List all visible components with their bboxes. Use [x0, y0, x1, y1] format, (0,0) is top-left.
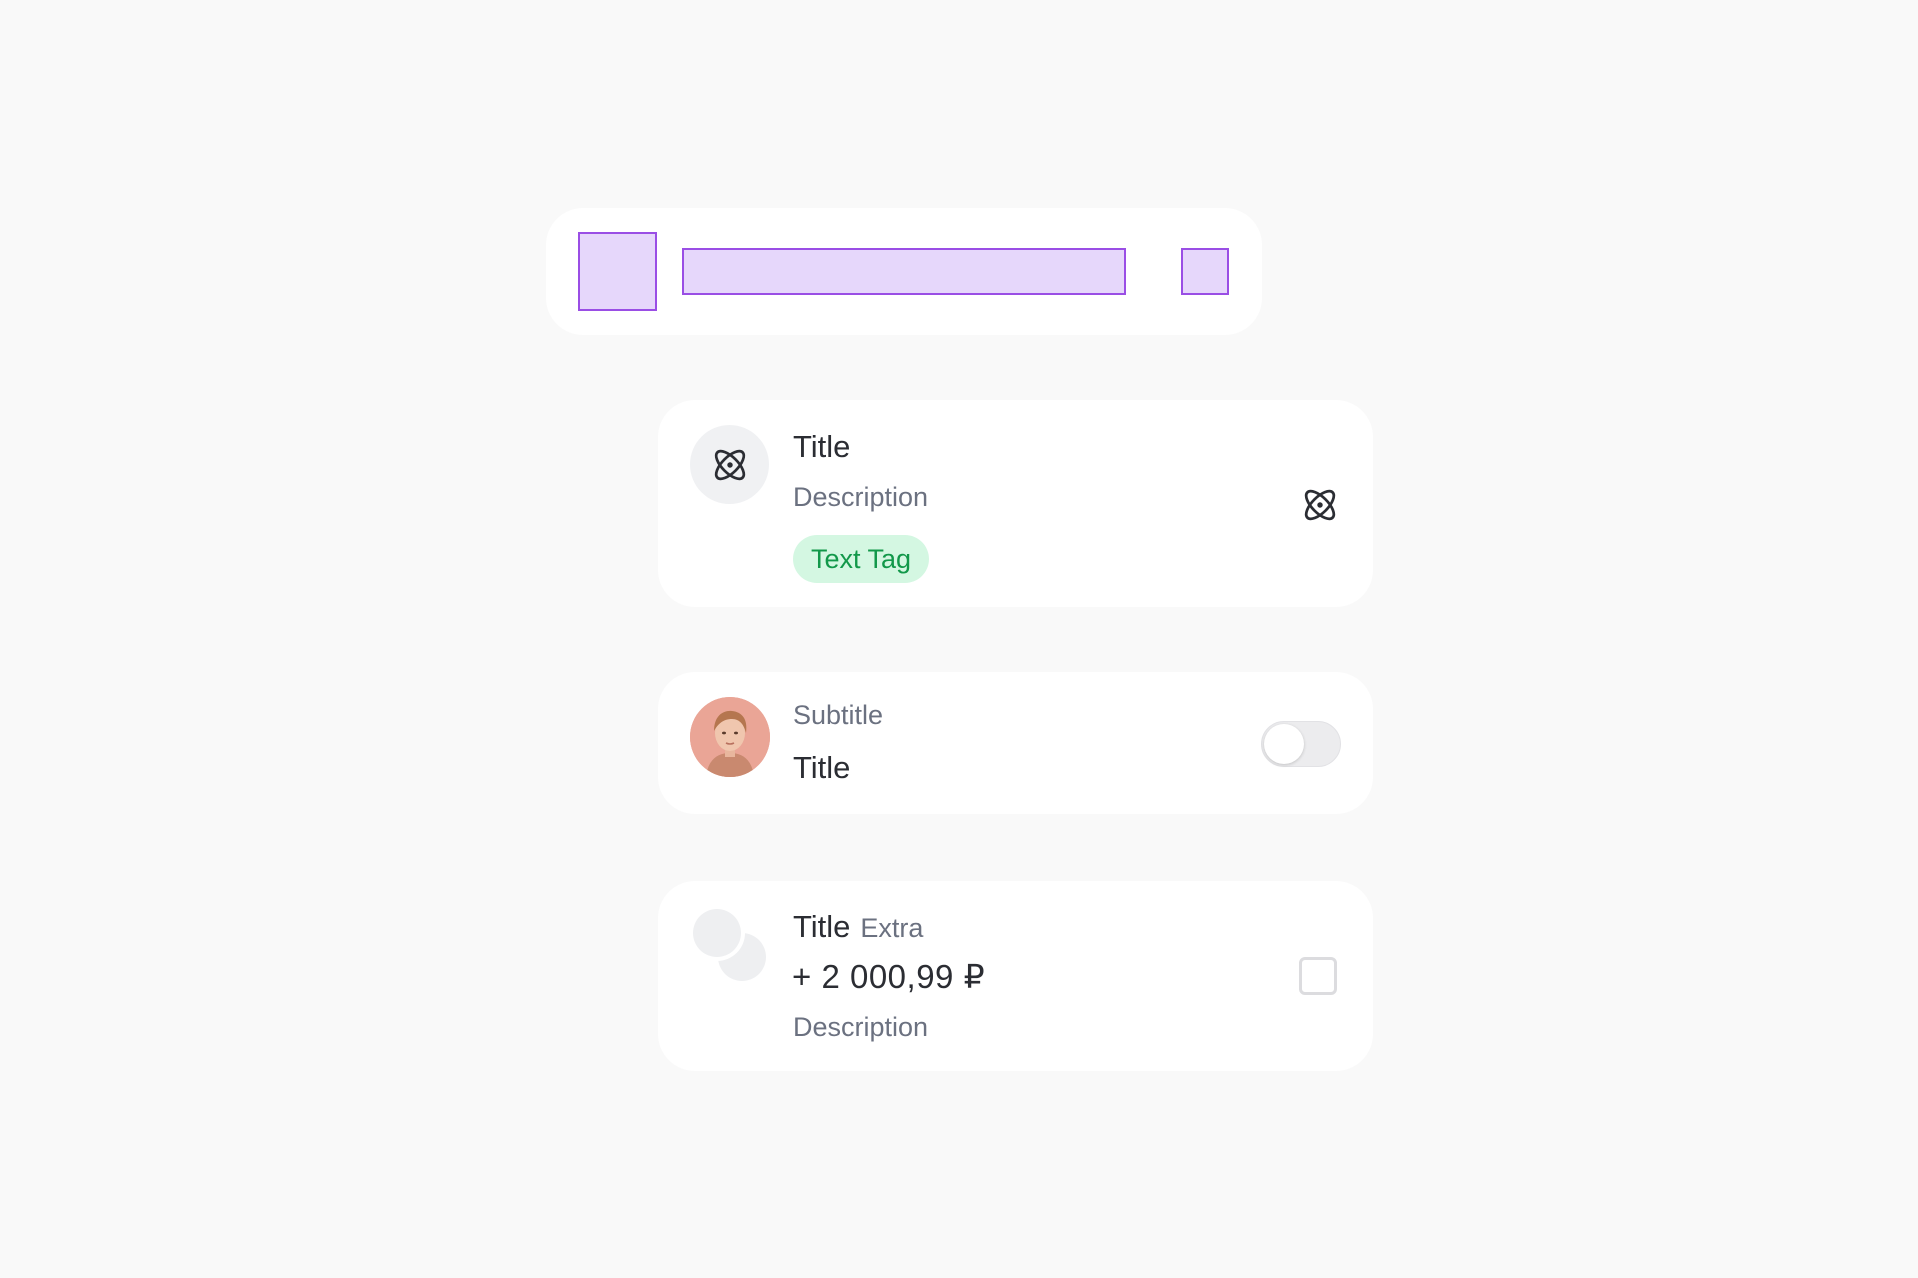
avatar: [690, 697, 770, 777]
cell-card-with-tag[interactable]: Title Description Text Tag: [658, 400, 1373, 607]
cell-card-with-checkbox[interactable]: Title Extra + 2 000,99 ₽ Description: [658, 881, 1373, 1071]
toggle-knob: [1264, 724, 1304, 764]
right-slot-placeholder: [1181, 248, 1229, 295]
cell-subtitle: Subtitle: [793, 700, 884, 730]
slot-layout-card: [546, 208, 1262, 335]
cell-extra: Extra: [860, 913, 924, 943]
toggle-switch[interactable]: [1261, 721, 1341, 767]
text-tag: Text Tag: [793, 535, 930, 583]
cell-description: Description: [793, 1012, 929, 1042]
cell-amount: + 2 000,99 ₽: [792, 958, 986, 995]
atom-icon: [714, 449, 745, 480]
content-slot-placeholder: [682, 248, 1126, 295]
avatar-portrait: [690, 697, 770, 777]
cell-description: Description: [793, 482, 929, 512]
right-action[interactable]: [1299, 484, 1341, 526]
atom-icon-container: [690, 425, 769, 504]
cell-title: Title: [793, 909, 851, 944]
cell-title: Title: [793, 429, 851, 464]
atom-icon: [1304, 489, 1336, 521]
title-row: Title Extra: [793, 909, 923, 945]
checkbox[interactable]: [1299, 957, 1337, 995]
cell-title: Title: [793, 750, 851, 785]
cell-card-with-toggle[interactable]: Subtitle Title: [658, 672, 1373, 814]
double-avatar-front: [693, 909, 741, 957]
left-slot-placeholder: [578, 232, 657, 311]
